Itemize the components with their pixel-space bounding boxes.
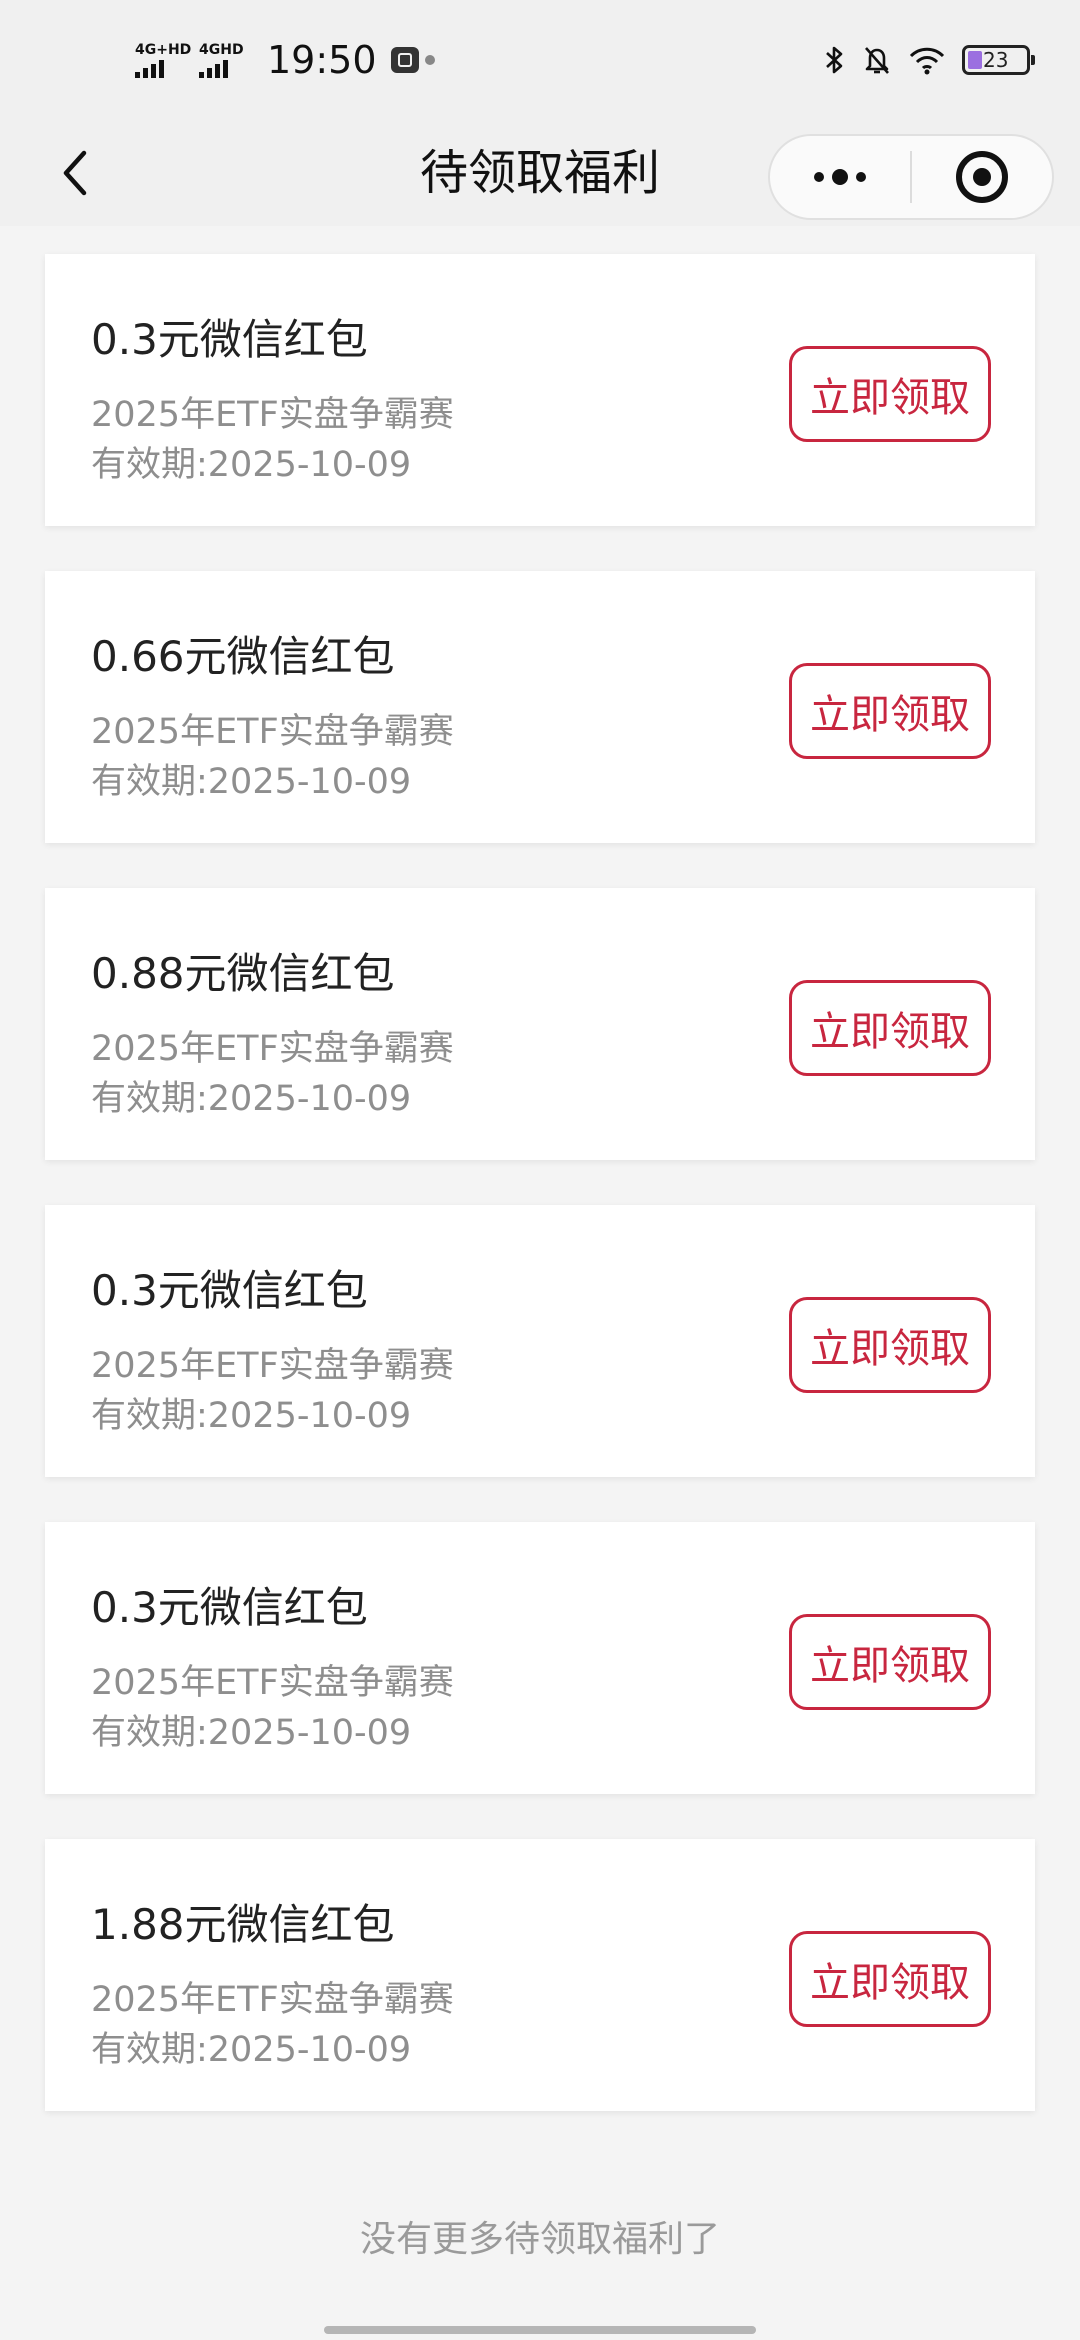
more-dots-icon xyxy=(814,169,866,185)
benefit-expiry: 有效期:2025-10-09 xyxy=(91,445,412,485)
signal-1-tag: 4G+HD xyxy=(135,42,192,58)
status-time: 19:50 xyxy=(267,38,377,82)
signal-bars-icon xyxy=(199,60,228,78)
target-icon xyxy=(956,151,1008,203)
benefit-expiry: 有效期:2025-10-09 xyxy=(91,2030,412,2070)
app-notification-icon xyxy=(390,47,419,73)
benefit-subtitle: 2025年ETF实盘争霸赛 xyxy=(91,1346,454,1386)
battery-icon: 23 xyxy=(962,45,1035,75)
benefit-subtitle: 2025年ETF实盘争霸赛 xyxy=(91,1663,454,1703)
claim-button[interactable]: 立即领取 xyxy=(789,663,991,759)
mini-program-capsule xyxy=(768,134,1054,220)
more-button[interactable] xyxy=(770,136,910,218)
nav-bar: 待领取福利 xyxy=(0,120,1080,226)
status-bar: 4G+HD 4GHD 19:50 23 xyxy=(0,0,1080,120)
claim-button[interactable]: 立即领取 xyxy=(789,1931,991,2027)
status-right: 23 xyxy=(824,36,1035,84)
claim-button[interactable]: 立即领取 xyxy=(789,1614,991,1710)
wifi-icon xyxy=(909,47,945,75)
benefit-subtitle: 2025年ETF实盘争霸赛 xyxy=(91,1029,454,1069)
benefit-card: 1.88元微信红包 2025年ETF实盘争霸赛 有效期:2025-10-09 立… xyxy=(45,1839,1035,2111)
home-indicator[interactable] xyxy=(324,2326,756,2334)
benefit-title: 0.3元微信红包 xyxy=(91,1266,368,1315)
benefit-subtitle: 2025年ETF实盘争霸赛 xyxy=(91,712,454,752)
claim-button[interactable]: 立即领取 xyxy=(789,980,991,1076)
benefit-expiry: 有效期:2025-10-09 xyxy=(91,1396,412,1436)
benefit-card: 0.3元微信红包 2025年ETF实盘争霸赛 有效期:2025-10-09 立即… xyxy=(45,1522,1035,1794)
benefit-list: 0.3元微信红包 2025年ETF实盘争霸赛 有效期:2025-10-09 立即… xyxy=(45,254,1035,2156)
benefit-expiry: 有效期:2025-10-09 xyxy=(91,1713,412,1753)
claim-button[interactable]: 立即领取 xyxy=(789,1297,991,1393)
benefit-title: 0.66元微信红包 xyxy=(91,632,395,681)
mute-bell-icon xyxy=(865,47,889,74)
claim-button[interactable]: 立即领取 xyxy=(789,346,991,442)
benefit-card: 0.3元微信红包 2025年ETF实盘争霸赛 有效期:2025-10-09 立即… xyxy=(45,254,1035,526)
benefit-card: 0.88元微信红包 2025年ETF实盘争霸赛 有效期:2025-10-09 立… xyxy=(45,888,1035,1160)
benefit-title: 0.3元微信红包 xyxy=(91,1583,368,1632)
benefit-expiry: 有效期:2025-10-09 xyxy=(91,762,412,802)
signal-1: 4G+HD xyxy=(135,42,191,78)
benefit-title: 0.3元微信红包 xyxy=(91,315,368,364)
signal-2: 4GHD xyxy=(199,42,249,78)
benefit-expiry: 有效期:2025-10-09 xyxy=(91,1079,412,1119)
benefit-card: 0.3元微信红包 2025年ETF实盘争霸赛 有效期:2025-10-09 立即… xyxy=(45,1205,1035,1477)
benefit-subtitle: 2025年ETF实盘争霸赛 xyxy=(91,395,454,435)
close-mini-program-button[interactable] xyxy=(912,136,1052,218)
signal-bars-icon xyxy=(135,60,164,78)
benefit-title: 0.88元微信红包 xyxy=(91,949,395,998)
benefit-subtitle: 2025年ETF实盘争霸赛 xyxy=(91,1980,454,2020)
benefit-title: 1.88元微信红包 xyxy=(91,1900,395,1949)
benefit-card: 0.66元微信红包 2025年ETF实盘争霸赛 有效期:2025-10-09 立… xyxy=(45,571,1035,843)
status-left: 4G+HD 4GHD 19:50 xyxy=(135,30,435,90)
battery-level: 23 xyxy=(983,48,1009,72)
no-more-text: 没有更多待领取福利了 xyxy=(359,2219,720,2260)
notification-dot-icon xyxy=(424,55,435,65)
signal-2-tag: 4GHD xyxy=(199,42,244,58)
bluetooth-icon xyxy=(826,46,843,74)
